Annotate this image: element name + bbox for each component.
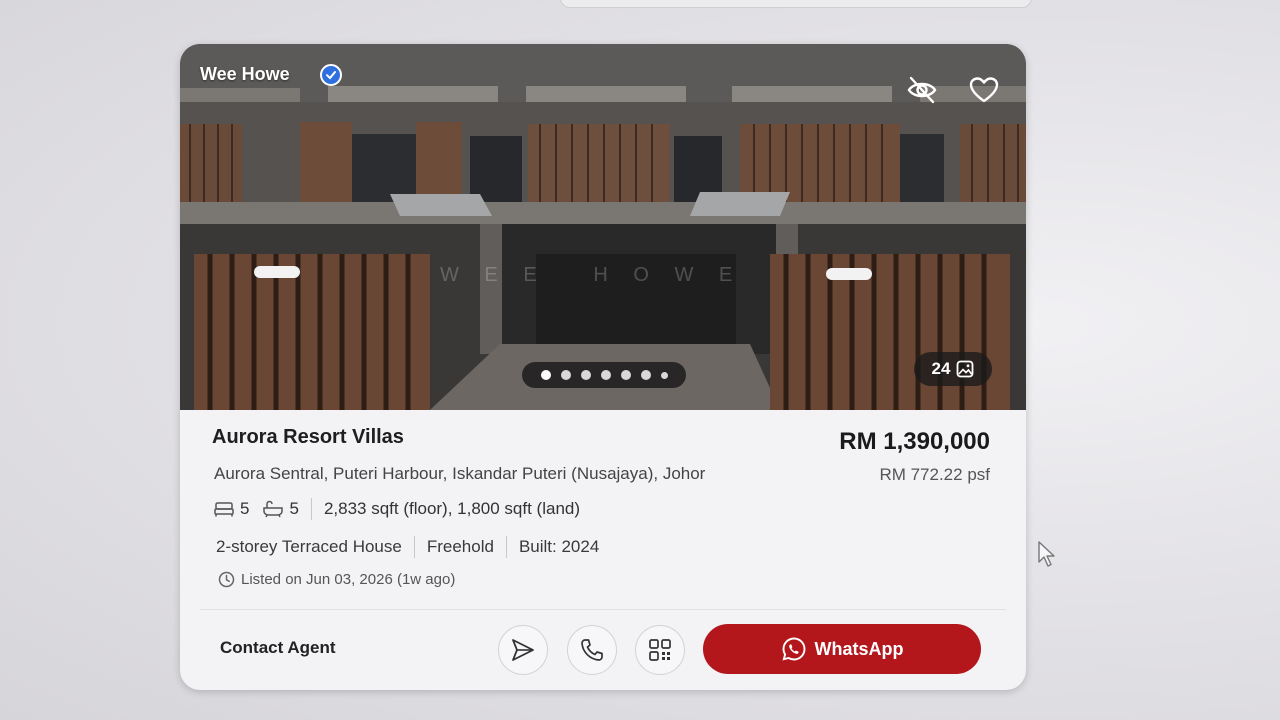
gallery-dot[interactable] [620,370,631,380]
built-year: Built: 2024 [518,537,600,556]
whatsapp-icon [781,637,805,661]
qr-code-icon [649,639,671,661]
send-icon [512,639,534,661]
gallery-dot[interactable] [600,370,611,380]
price-per-sqft: RM 772.22 psf [879,465,990,484]
hide-listing-button[interactable] [904,72,940,108]
listing-address: Aurora Sentral, Puteri Harbour, Iskandar… [214,464,706,483]
house-photo-illustration [180,44,1026,410]
qr-code-button[interactable] [635,625,685,675]
whatsapp-button[interactable]: WhatsApp [703,624,981,674]
photo-count-badge[interactable]: 24 [914,352,992,386]
listing-title[interactable]: Aurora Resort Villas [212,426,404,449]
photo-watermark: W E E H O W E [440,264,743,286]
gallery-dot[interactable] [560,370,571,380]
photo-count: 24 [931,359,951,378]
gallery-dot[interactable] [580,370,591,380]
gallery-pagination[interactable] [522,362,686,388]
favorite-button[interactable] [966,72,1002,108]
clock-icon [218,571,235,588]
bedroom-count: 5 [240,499,250,518]
agent-name[interactable]: Wee Howe [200,64,290,85]
gallery-dot[interactable] [660,371,668,379]
bathtub-icon [263,500,284,518]
image-icon [957,360,974,378]
previous-card-edge [560,0,1032,8]
bathroom-count: 5 [289,499,299,518]
built-up-size: 2,833 sqft (floor), 1,800 sqft (land) [323,499,581,518]
heart-icon [969,77,999,103]
listing-specs: 5 5 2,833 sqft (floor), 1,800 sqft (land… [214,498,580,520]
listing-price: RM 1,390,000 [839,428,990,455]
gallery-dot[interactable] [640,370,651,380]
listing-attributes: 2-storey Terraced House Freehold Built: … [216,536,599,558]
listed-date: Listed on Jun 03, 2026 (1w ago) [218,571,455,588]
send-enquiry-button[interactable] [498,625,548,675]
listing-card[interactable]: W E E H O W E Wee Howe 24 Aurora Resort … [180,44,1026,690]
whatsapp-button-label: WhatsApp [814,638,904,659]
contact-agent-label: Contact Agent [220,638,336,657]
tenure: Freehold [426,537,494,556]
eye-off-icon [907,76,937,104]
verified-check-icon [320,64,342,86]
phone-icon [581,639,603,661]
divider [310,498,312,520]
mouse-cursor-icon [1038,541,1055,567]
divider [413,536,415,558]
bed-icon [214,502,234,517]
property-type: 2-storey Terraced House [216,537,402,556]
divider [505,536,507,558]
gallery-dot[interactable] [540,370,551,380]
card-divider [200,609,1006,610]
listed-date-text: Listed on Jun 03, 2026 (1w ago) [241,571,456,588]
listing-photo[interactable]: W E E H O W E Wee Howe 24 [180,44,1026,410]
call-agent-button[interactable] [567,625,617,675]
